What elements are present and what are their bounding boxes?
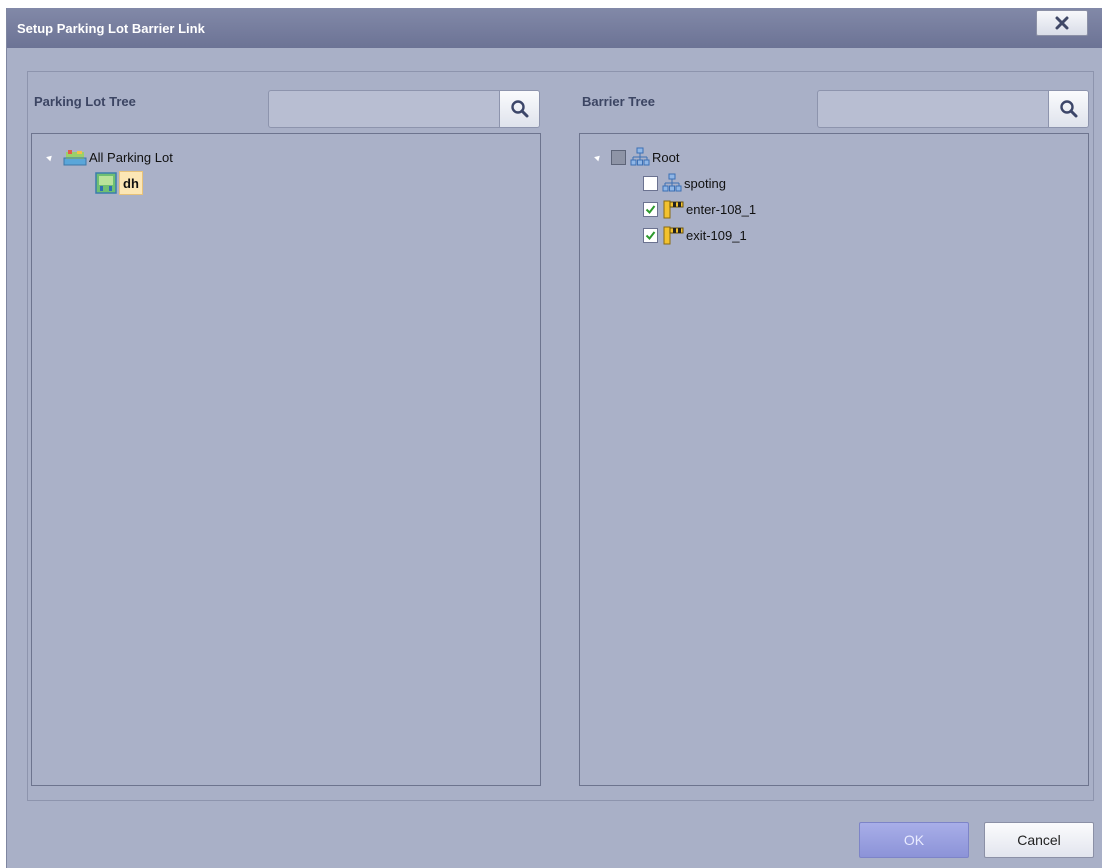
ok-button[interactable]: OK [859,822,969,858]
barrier-gate-icon [663,200,684,219]
parking-lot-tree-label: Parking Lot Tree [34,94,136,109]
checked-checkbox[interactable] [643,227,658,243]
parking-lot-group-icon [63,150,87,166]
tree-node-all-parking-lot[interactable]: All Parking Lot [46,145,173,169]
barrier-gate-icon [663,226,684,245]
parking-lot-icon [95,172,117,194]
close-button[interactable] [1036,10,1088,36]
tree-node-root[interactable]: Root [594,145,680,169]
partial-checkbox[interactable] [611,149,626,165]
parking-lot-tree[interactable]: All Parking Lot dh [31,133,541,786]
org-tree-icon [630,147,650,166]
parking-lot-search-button[interactable] [499,91,539,127]
tree-node-label: All Parking Lot [89,149,173,165]
tree-node-label: enter-108_1 [686,201,757,217]
tree-node-dh[interactable]: dh [95,171,143,195]
parking-lot-search [268,90,540,128]
barrier-search [817,90,1089,128]
tree-node-enter-108-1[interactable]: enter-108_1 [643,197,756,221]
expand-triangle-icon[interactable] [594,153,602,161]
barrier-tree[interactable]: Root spoting enter-108_1 exit-109_1 [579,133,1089,786]
title-bar[interactable]: Setup Parking Lot Barrier Link [7,8,1102,48]
dialog-window: Setup Parking Lot Barrier Link Parking L… [6,8,1102,868]
checkmark-icon [645,204,656,214]
search-icon [510,100,528,118]
selected-node-label: dh [119,171,143,195]
tree-node-label: spoting [684,175,726,191]
checked-checkbox[interactable] [643,201,658,217]
unchecked-checkbox[interactable] [643,175,658,191]
tree-node-label: Root [652,149,680,165]
cancel-button[interactable]: Cancel [984,822,1094,858]
checkmark-icon [645,230,656,240]
org-tree-icon [662,173,682,192]
tree-node-label: exit-109_1 [686,227,747,243]
tree-node-exit-109-1[interactable]: exit-109_1 [643,223,747,247]
dialog-title: Setup Parking Lot Barrier Link [17,21,205,36]
close-icon [1055,16,1069,30]
barrier-search-button[interactable] [1048,91,1088,127]
parking-lot-search-input[interactable] [269,91,501,127]
search-icon [1059,100,1077,118]
barrier-search-input[interactable] [818,91,1050,127]
tree-node-spoting[interactable]: spoting [643,171,726,195]
barrier-tree-label: Barrier Tree [582,94,655,109]
expand-triangle-icon[interactable] [46,153,54,161]
